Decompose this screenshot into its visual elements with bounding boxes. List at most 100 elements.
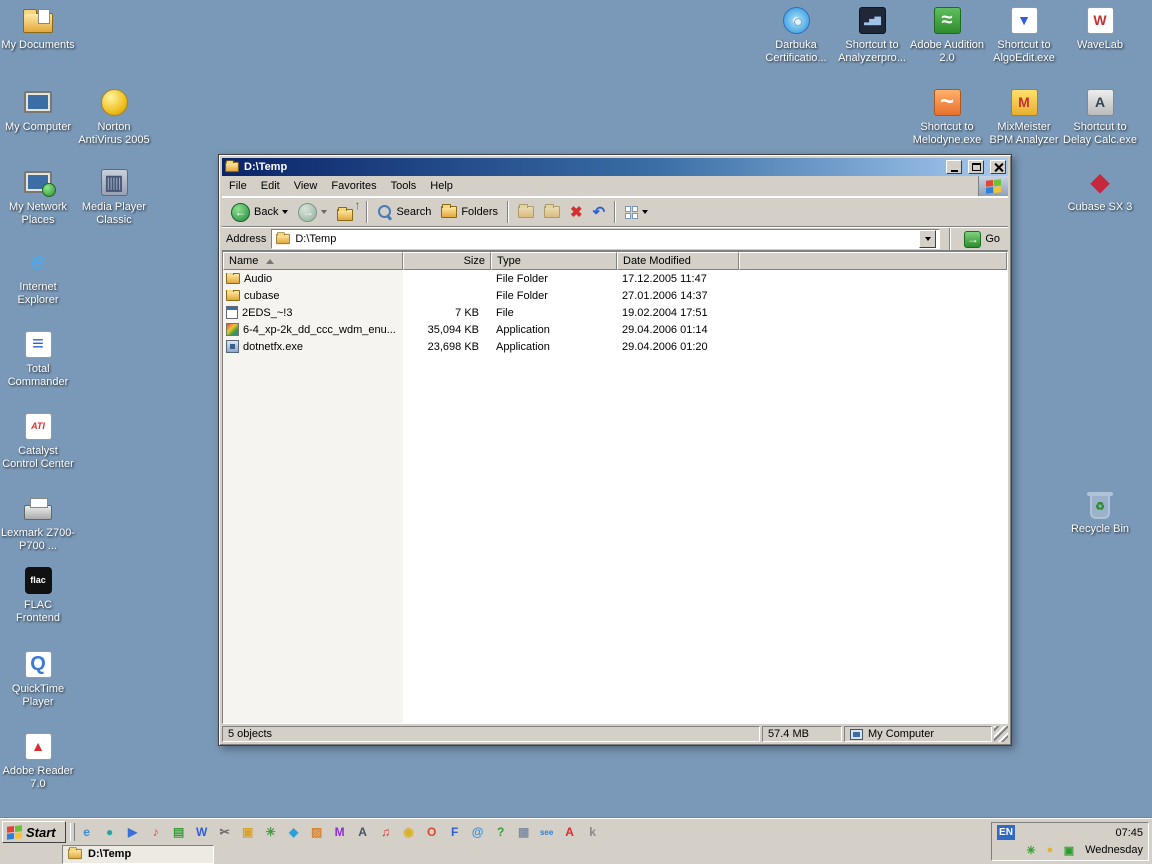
desktop-icon-my-network-places[interactable]: My Network Places (1, 166, 75, 227)
quick-launch-icon[interactable]: W (194, 824, 210, 840)
quick-launch-icon[interactable]: ✂ (217, 824, 233, 840)
tray-icon[interactable]: ● (1043, 843, 1057, 857)
quick-launch-icon[interactable]: F (447, 824, 463, 840)
undo-icon: ↶ (593, 205, 606, 220)
desktop-icon-cubase-sx3[interactable]: ◆ Cubase SX 3 (1063, 166, 1137, 214)
taskbar-window-button[interactable]: D:\Temp (62, 845, 214, 864)
menu-item-tools[interactable]: Tools (384, 177, 424, 195)
desktop-icon-algoedit-shortcut[interactable]: ▼ Shortcut to AlgoEdit.exe (987, 4, 1061, 65)
menu-item-file[interactable]: File (222, 177, 254, 195)
toolbar-separator (614, 201, 616, 223)
file-name: 2EDS_~!3 (242, 307, 292, 319)
desktop-icon-total-commander[interactable]: ≡ Total Commander (1, 328, 75, 389)
maximize-button[interactable] (968, 160, 984, 174)
file-name: cubase (244, 290, 279, 302)
quick-launch-icon[interactable]: O (424, 824, 440, 840)
up-button[interactable]: ↑ (332, 202, 362, 223)
table-row[interactable]: 6-4_xp-2k_dd_ccc_wdm_enu... 35,094 KB Ap… (223, 321, 1007, 338)
column-header-date-modified[interactable]: Date Modified (617, 252, 739, 270)
menu-item-favorites[interactable]: Favorites (324, 177, 383, 195)
back-button[interactable]: ← Back (226, 201, 293, 224)
close-button[interactable] (990, 160, 1006, 174)
my-computer-icon (850, 729, 863, 740)
desktop-icon-my-computer[interactable]: My Computer (1, 86, 75, 134)
quick-launch-icon[interactable]: ▣ (240, 824, 256, 840)
toolbar-separator (949, 228, 951, 250)
quick-launch-handle[interactable] (70, 823, 75, 841)
column-header-name[interactable]: Name (223, 252, 403, 270)
quick-launch-icon[interactable]: ▨ (309, 824, 325, 840)
desktop-icon-flac-frontend[interactable]: flac FLAC Frontend (1, 564, 75, 625)
menu-item-edit[interactable]: Edit (254, 177, 287, 195)
quick-launch-icon[interactable]: A (562, 824, 578, 840)
minimize-button[interactable] (946, 160, 962, 174)
views-button[interactable] (620, 204, 653, 221)
quick-launch-icon[interactable]: @ (470, 824, 486, 840)
search-button[interactable]: Search (372, 203, 436, 222)
desktop-icon-quicktime-player[interactable]: Q QuickTime Player (1, 648, 75, 709)
desktop-icon-mixmeister-bpm[interactable]: M MixMeister BPM Analyzer (987, 86, 1061, 147)
desktop: My Documents My Computer Norton AntiViru… (0, 0, 1152, 864)
quick-launch-icon[interactable]: see (539, 824, 555, 840)
quick-launch-icon[interactable]: ◆ (286, 824, 302, 840)
tray-bottom-row: ✳ ● ▣ Wednesday (997, 842, 1143, 860)
address-dropdown-button[interactable] (919, 230, 936, 248)
desktop-icon-adobe-audition[interactable]: ≈ Adobe Audition 2.0 (910, 4, 984, 65)
desktop-icon-recycle-bin[interactable]: ♻ Recycle Bin (1063, 488, 1137, 536)
quick-launch-icon[interactable]: ? (493, 824, 509, 840)
desktop-icon-analyzer-shortcut[interactable]: ▂▅▇ Shortcut to Analyzerpro... (835, 4, 909, 65)
column-header-type[interactable]: Type (491, 252, 617, 270)
quick-launch-icon[interactable]: ♫ (378, 824, 394, 840)
desktop-icon-my-documents[interactable]: My Documents (1, 4, 75, 52)
norton-antivirus-icon (97, 86, 131, 118)
my-computer-icon (21, 86, 55, 118)
quick-launch-icon[interactable]: ● (102, 824, 118, 840)
move-to-icon (518, 206, 534, 218)
desktop-icon-melodyne-shortcut[interactable]: ~ Shortcut to Melodyne.exe (910, 86, 984, 147)
table-row[interactable]: Audio File Folder 17.12.2005 11:47 (223, 270, 1007, 287)
desktop-icon-darbuka-certificate[interactable]: Darbuka Certificatio... (759, 4, 833, 65)
tray-icon[interactable]: ▣ (1062, 843, 1076, 857)
column-header-size[interactable]: Size (403, 252, 491, 270)
copy-to-button[interactable] (539, 204, 565, 220)
quick-launch-icon[interactable]: ▦ (516, 824, 532, 840)
table-row[interactable]: cubase File Folder 27.01.2006 14:37 (223, 287, 1007, 304)
quick-launch-icon[interactable]: ✳ (263, 824, 279, 840)
start-button[interactable]: Start (2, 821, 66, 843)
quick-launch-icon[interactable]: ◉ (401, 824, 417, 840)
desktop-icon-media-player-classic[interactable]: ▥ Media Player Classic (77, 166, 151, 227)
desktop-icon-wavelab[interactable]: W WaveLab (1063, 4, 1137, 52)
move-to-button[interactable] (513, 204, 539, 220)
go-button[interactable]: → Go (960, 231, 1004, 248)
quick-launch-icon[interactable]: ▶ (125, 824, 141, 840)
quick-launch-icon[interactable]: ▤ (171, 824, 187, 840)
tray-icon[interactable]: ✳ (1024, 843, 1038, 857)
quick-launch-icon[interactable]: ♪ (148, 824, 164, 840)
quick-launch-icon[interactable]: k (585, 824, 601, 840)
folders-button[interactable]: Folders (436, 204, 503, 220)
undo-button[interactable]: ↶ (588, 203, 611, 222)
back-dropdown-icon (282, 210, 288, 214)
menu-item-help[interactable]: Help (423, 177, 460, 195)
address-input[interactable]: D:\Temp (271, 229, 940, 249)
language-indicator[interactable]: EN (997, 825, 1015, 840)
list-header: Name Size Type Date Modified (223, 252, 1007, 270)
table-row[interactable]: 2EDS_~!3 7 KB File 19.02.2004 17:51 (223, 304, 1007, 321)
resize-grip[interactable] (994, 726, 1008, 742)
quick-launch-icon[interactable]: A (355, 824, 371, 840)
desktop-icon-internet-explorer[interactable]: e Internet Explorer (1, 246, 75, 307)
desktop-icon-norton-antivirus[interactable]: Norton AntiVirus 2005 (77, 86, 151, 147)
table-row[interactable]: dotnetfx.exe 23,698 KB Application 29.04… (223, 338, 1007, 355)
desktop-icon-adobe-reader[interactable]: ▲ Adobe Reader 7.0 (1, 730, 75, 791)
menu-item-view[interactable]: View (287, 177, 325, 195)
quick-launch-icon[interactable]: e (79, 824, 95, 840)
adobe-reader-icon: ▲ (21, 730, 55, 762)
delete-button[interactable]: ✖ (565, 203, 588, 222)
desktop-icon-ati-catalyst[interactable]: ATI Catalyst Control Center (1, 410, 75, 471)
title-bar[interactable]: D:\Temp (222, 158, 1008, 176)
quick-launch-bar: e ● ▶ ♪ ▤ W ✂ ▣ ✳ ◆ ▨ M A ♫ ◉ O F @ ? ▦ (79, 824, 601, 840)
forward-button[interactable]: → (293, 201, 332, 224)
desktop-icon-lexmark-printer[interactable]: Lexmark Z700-P700 ... (1, 492, 75, 553)
quick-launch-icon[interactable]: M (332, 824, 348, 840)
desktop-icon-delay-calc-shortcut[interactable]: A Shortcut to Delay Calc.exe (1063, 86, 1137, 147)
